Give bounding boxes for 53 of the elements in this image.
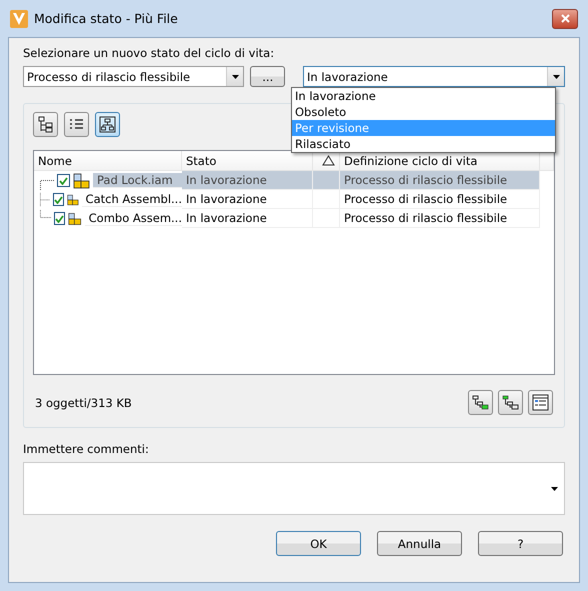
file-name-cell[interactable]: Pad Lock.iam (93, 173, 182, 188)
definition-cell: Processo di rilascio flessibile (340, 209, 540, 228)
dialog-button[interactable]: ? (478, 531, 563, 556)
details-icon (532, 394, 549, 411)
check-icon (55, 214, 64, 222)
assembly-icon (68, 210, 82, 226)
window-title: Modifica stato - Più File (34, 11, 178, 26)
dropdown-arrow-icon (551, 486, 558, 490)
expand-tree-button[interactable] (468, 390, 493, 415)
column-header[interactable]: Stato (182, 151, 313, 170)
assembly-icon (73, 172, 90, 188)
tree-view-icon (37, 116, 54, 133)
check-icon (54, 196, 63, 204)
dropdown-arrow-icon (232, 74, 239, 78)
view-mode-button[interactable] (33, 112, 58, 137)
state-cell: In lavorazione (182, 190, 313, 209)
definition-cell: Processo di rilascio flessibile (340, 190, 540, 209)
details-button[interactable] (528, 390, 553, 415)
comments-field[interactable] (23, 462, 565, 515)
dialog-button[interactable]: OK (276, 531, 361, 556)
definition-combo[interactable]: Processo di rilascio flessibile (23, 66, 244, 87)
status-text: 3 oggetti/313 KB (35, 396, 132, 410)
row-checkbox[interactable] (52, 193, 64, 206)
hierarchy-view-icon (99, 116, 116, 133)
file-name-cell[interactable]: Combo Assem... (84, 211, 182, 226)
row-checkbox[interactable] (57, 174, 70, 187)
column-header[interactable]: Nome (34, 151, 182, 170)
view-mode-button[interactable] (64, 112, 89, 137)
state-combo[interactable]: In lavorazione (303, 66, 565, 87)
table-cell (313, 190, 340, 209)
collapse-tree-button[interactable] (498, 390, 523, 415)
tree-expand-icon (472, 395, 489, 410)
dropdown-option[interactable]: Obsoleto (292, 104, 555, 120)
definition-cell: Processo di rilascio flessibile (340, 171, 540, 190)
check-icon (59, 176, 68, 184)
close-button[interactable] (552, 8, 578, 28)
state-cell: In lavorazione (182, 171, 313, 190)
warning-icon (322, 155, 334, 166)
lifecycle-label: Selezionare un nuovo stato del ciclo di vita: (23, 46, 276, 60)
dialog-button[interactable]: Annulla (377, 531, 462, 556)
comments-label: Immettere commenti: (23, 442, 150, 456)
file-name-cell[interactable]: Catch Assembl... (82, 192, 182, 207)
dropdown-option[interactable]: In lavorazione (292, 88, 555, 104)
list-view-icon (69, 118, 84, 131)
app-logo-icon (10, 10, 28, 28)
row-checkbox[interactable] (54, 212, 66, 225)
browse-button[interactable]: ... (250, 66, 286, 87)
view-mode-button[interactable] (95, 112, 120, 137)
state-cell: In lavorazione (182, 209, 313, 228)
dropdown-arrow-icon (552, 74, 560, 78)
close-icon (560, 14, 570, 23)
dropdown-option[interactable]: Rilasciato (292, 136, 555, 152)
tree-collapse-icon (502, 395, 519, 410)
